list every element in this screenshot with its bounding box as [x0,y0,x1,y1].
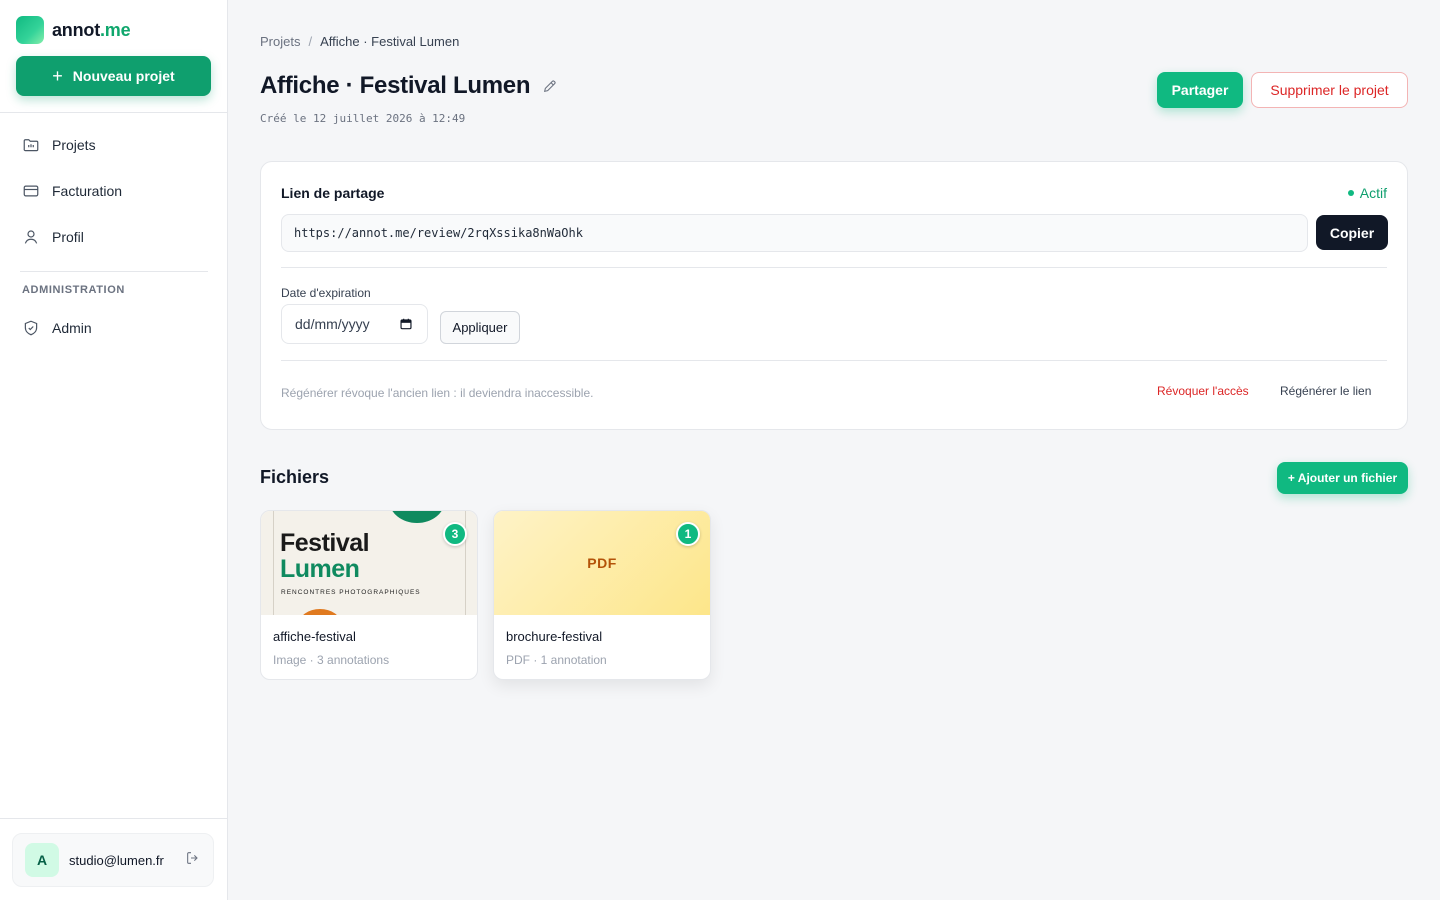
page-title: Affiche · Festival Lumen [260,72,558,100]
expiration-date-input[interactable]: dd/mm/yyyy [281,304,428,344]
status-dot-icon [1347,190,1354,196]
status-text: Actif [1359,185,1387,201]
file-name: affiche-festival [273,629,356,644]
share-link-card: Lien de partage Actif Copier Date d'expi… [260,161,1408,430]
poster-title-line1: Festival [280,529,370,557]
sidebar-item-label: Projets [52,137,96,153]
share-link-input[interactable] [281,214,1308,252]
logout-icon [187,851,198,864]
delete-project-button[interactable]: Supprimer le projet [1251,72,1408,108]
sidebar: annot.me + Nouveau projet Projets Factur… [0,0,228,900]
copy-button[interactable]: Copier [1316,215,1388,250]
credit-card-icon [23,185,39,197]
nav-section-title: ADMINISTRATION [22,284,125,296]
annotation-count-badge: 1 [676,522,700,546]
sidebar-divider [0,112,227,113]
date-placeholder: dd/mm/yyyy [295,316,370,332]
sidebar-item-profil[interactable]: Profil [12,218,216,256]
shield-icon [24,320,38,336]
plus-icon: + [52,66,63,86]
status-badge: Actif [1347,185,1387,201]
sidebar-item-facturation[interactable]: Facturation [12,172,216,210]
folder-icon [23,139,39,152]
edit-pencil-icon[interactable] [542,78,558,94]
sidebar-item-admin[interactable]: Admin [12,309,216,347]
share-button[interactable]: Partager [1157,72,1243,108]
pdf-label: PDF [587,555,617,571]
sidebar-item-label: Facturation [52,183,123,199]
file-meta: PDF · 1 annotation [506,653,607,667]
breadcrumb: Projets / Affiche · Festival Lumen [260,34,459,49]
sidebar-item-projets[interactable]: Projets [12,126,216,164]
regenerate-link-button[interactable]: Régénérer le lien [1280,384,1371,398]
new-project-label: Nouveau projet [72,68,175,84]
share-link-title: Lien de partage [281,185,385,201]
card-divider [281,267,1387,268]
nav-divider [20,271,208,272]
file-meta: Image · 3 annotations [273,653,390,667]
breadcrumb-root-link[interactable]: Projets [260,34,300,49]
apply-button[interactable]: Appliquer [440,311,520,344]
brand[interactable]: annot.me [16,16,131,44]
poster-subtitle: RENCONTRES PHOTOGRAPHIQUES [281,589,421,596]
avatar[interactable]: A [25,843,59,877]
regenerate-note: Régénérer révoque l'ancien lien : il dev… [281,386,594,400]
user-card: A studio@lumen.fr [12,833,214,887]
created-date: Créé le 12 juillet 2026 à 12:49 [260,112,466,125]
user-email: studio@lumen.fr [69,852,164,868]
file-card-affiche-festival[interactable]: Festival Lumen RENCONTRES PHOTOGRAPHIQUE… [260,510,478,680]
files-title: Fichiers [260,467,330,487]
sidebar-bottom-divider [0,818,227,819]
revoke-access-button[interactable]: Révoquer l'accès [1157,384,1249,398]
poster-title-line2: Lumen [280,555,360,583]
file-card-brochure-festival[interactable]: PDF 1 brochure-festival PDF · 1 annotati… [493,510,711,680]
sidebar-item-label: Admin [52,320,92,336]
card-divider [281,360,1387,361]
calendar-icon[interactable] [399,317,413,331]
sidebar-item-label: Profil [52,229,84,245]
brand-logo-icon [16,16,44,44]
annotation-count-badge: 3 [443,522,467,546]
breadcrumb-separator: / [308,34,313,49]
new-project-button[interactable]: + Nouveau projet [16,56,211,96]
user-icon [24,230,38,244]
logout-button[interactable] [185,850,201,871]
file-name: brochure-festival [506,629,603,644]
add-file-button[interactable]: + Ajouter un fichier [1277,462,1408,494]
expiration-label: Date d'expiration [281,286,371,300]
page-title-text: Affiche · Festival Lumen [260,72,531,99]
brand-name: annot.me [52,19,131,40]
admin-nav: Admin [12,309,216,355]
sidebar-nav: Projets Facturation Profil [12,126,216,264]
breadcrumb-current: Affiche · Festival Lumen [320,34,460,49]
